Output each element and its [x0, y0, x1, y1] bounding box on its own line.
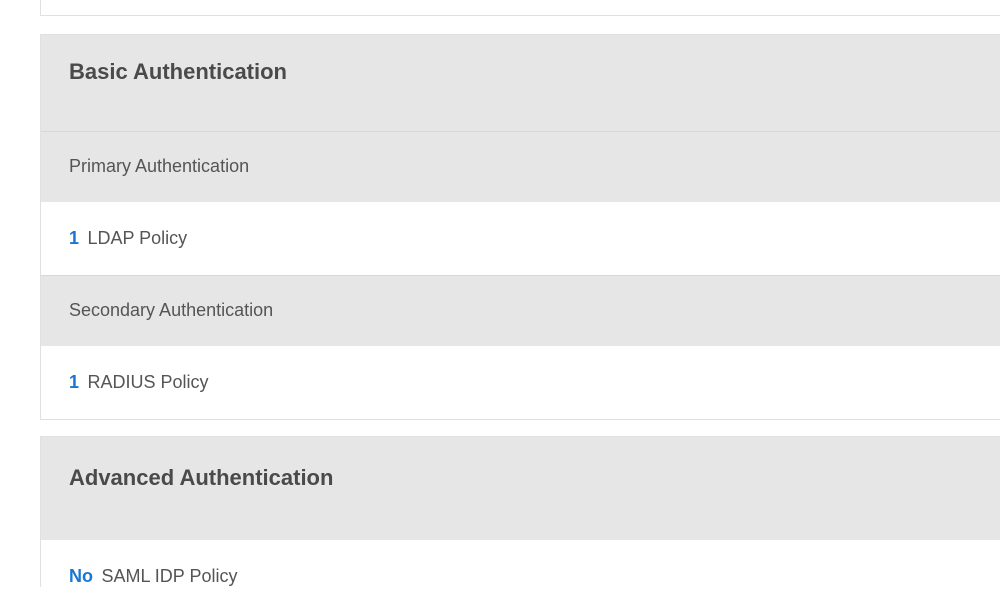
- radius-policy-label: RADIUS Policy: [87, 372, 208, 392]
- saml-idp-policy-count: No: [69, 566, 93, 586]
- secondary-auth-header[interactable]: Secondary Authentication: [41, 275, 1000, 345]
- advanced-auth-header[interactable]: Advanced Authentication: [41, 437, 1000, 539]
- ldap-policy-row[interactable]: 1 LDAP Policy: [41, 201, 1000, 275]
- primary-auth-title: Primary Authentication: [69, 156, 972, 177]
- basic-authentication-section: Basic Authentication Primary Authenticat…: [40, 34, 1000, 420]
- basic-auth-header[interactable]: Basic Authentication: [41, 35, 1000, 131]
- config-panel: Basic Authentication Primary Authenticat…: [0, 0, 1000, 587]
- top-divider-box: [40, 0, 1000, 16]
- advanced-authentication-section: Advanced Authentication No SAML IDP Poli…: [40, 436, 1000, 587]
- advanced-auth-title: Advanced Authentication: [69, 465, 972, 491]
- ldap-policy-label: LDAP Policy: [87, 228, 187, 248]
- basic-auth-title: Basic Authentication: [69, 59, 972, 85]
- saml-idp-policy-row[interactable]: No SAML IDP Policy: [41, 539, 1000, 587]
- primary-auth-header[interactable]: Primary Authentication: [41, 131, 1000, 201]
- secondary-auth-title: Secondary Authentication: [69, 300, 972, 321]
- ldap-policy-count: 1: [69, 228, 79, 248]
- saml-idp-policy-label: SAML IDP Policy: [101, 566, 237, 586]
- radius-policy-count: 1: [69, 372, 79, 392]
- radius-policy-row[interactable]: 1 RADIUS Policy: [41, 345, 1000, 419]
